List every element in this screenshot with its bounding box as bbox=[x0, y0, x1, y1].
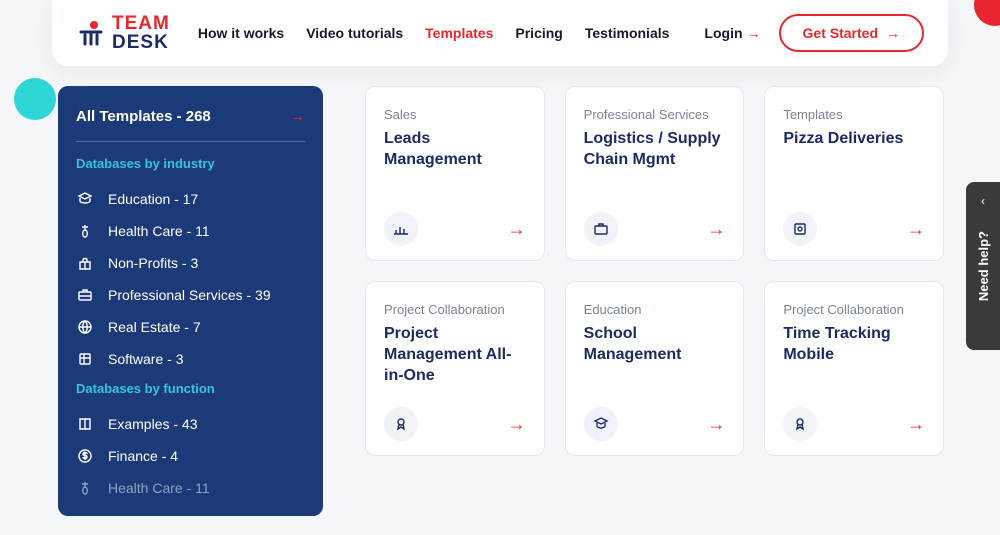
card-title: School Management bbox=[584, 324, 726, 366]
arrow-right-icon: → bbox=[707, 219, 725, 240]
card-title: Logistics / Supply Chain Mgmt bbox=[584, 129, 726, 171]
template-card[interactable]: Templates Pizza Deliveries → bbox=[764, 86, 944, 261]
sidebar-item-nonprofit[interactable]: Non-Profits - 3 bbox=[76, 247, 305, 279]
get-started-label: Get Started bbox=[803, 25, 878, 41]
chevron-left-icon: ‹ bbox=[981, 194, 985, 208]
cert-icon bbox=[384, 407, 418, 441]
sidebar-industry-list: Education - 17 Health Care - 11 Non-Prof… bbox=[76, 183, 305, 375]
sidebar-item-education[interactable]: Education - 17 bbox=[76, 183, 305, 215]
sidebar-section-function-title: Databases by function bbox=[76, 381, 305, 396]
arrow-right-icon: → bbox=[886, 25, 900, 41]
health-icon bbox=[76, 222, 94, 240]
sidebar-function-list: Examples - 43 Finance - 4 Health Care - … bbox=[76, 408, 305, 504]
logo-line1: TEAM bbox=[112, 14, 170, 33]
template-grid: Sales Leads Management → Professional Se… bbox=[365, 86, 944, 456]
nav-testimonials[interactable]: Testimonials bbox=[585, 25, 670, 41]
card-category: Professional Services bbox=[584, 107, 726, 123]
help-label: Need help? bbox=[976, 231, 991, 301]
template-card[interactable]: Project Collaboration Time Tracking Mobi… bbox=[764, 281, 944, 456]
sidebar-item-professional-services[interactable]: Professional Services - 39 bbox=[76, 279, 305, 311]
header: TEAM DESK How it works Video tutorials T… bbox=[52, 0, 948, 66]
arrow-right-icon: → bbox=[290, 108, 305, 125]
sidebar-item-label: Professional Services - 39 bbox=[108, 287, 271, 303]
cube-icon bbox=[76, 350, 94, 368]
sidebar-item-health[interactable]: Health Care - 11 bbox=[76, 215, 305, 247]
nav-video-tutorials[interactable]: Video tutorials bbox=[306, 25, 403, 41]
cert-icon bbox=[783, 407, 817, 441]
bar-chart-icon bbox=[384, 212, 418, 246]
arrow-right-icon: → bbox=[707, 414, 725, 435]
template-card[interactable]: Education School Management → bbox=[565, 281, 745, 456]
card-title: Pizza Deliveries bbox=[783, 129, 925, 150]
arrow-right-icon: → bbox=[508, 414, 526, 435]
arrow-right-icon: → bbox=[907, 219, 925, 240]
nav-pricing[interactable]: Pricing bbox=[515, 25, 562, 41]
decor-circle-cyan bbox=[14, 78, 56, 120]
nav-templates[interactable]: Templates bbox=[425, 25, 493, 41]
briefcase-icon bbox=[76, 286, 94, 304]
nav: How it works Video tutorials Templates P… bbox=[198, 25, 670, 41]
arrow-right-icon: → bbox=[907, 414, 925, 435]
nonprofit-icon bbox=[76, 254, 94, 272]
template-card[interactable]: Project Collaboration Project Management… bbox=[365, 281, 545, 456]
sidebar: All Templates - 268 → Databases by indus… bbox=[58, 86, 323, 516]
sidebar-item-label: Software - 3 bbox=[108, 351, 183, 367]
education-icon bbox=[584, 407, 618, 441]
sidebar-item-label: Real Estate - 7 bbox=[108, 319, 201, 335]
template-card[interactable]: Sales Leads Management → bbox=[365, 86, 545, 261]
card-title: Leads Management bbox=[384, 129, 526, 171]
template-card[interactable]: Professional Services Logistics / Supply… bbox=[565, 86, 745, 261]
sidebar-all-label: All Templates - 268 bbox=[76, 108, 211, 125]
book-icon bbox=[76, 415, 94, 433]
card-category: Sales bbox=[384, 107, 526, 123]
login-link[interactable]: Login → bbox=[704, 25, 760, 41]
sidebar-item-software[interactable]: Software - 3 bbox=[76, 343, 305, 375]
arrow-right-icon: → bbox=[508, 219, 526, 240]
sidebar-section-industry-title: Databases by industry bbox=[76, 156, 305, 171]
help-tab[interactable]: ‹ Need help? bbox=[966, 182, 1000, 350]
decor-circle-red bbox=[974, 0, 1000, 26]
sidebar-item-real-estate[interactable]: Real Estate - 7 bbox=[76, 311, 305, 343]
sidebar-item-health-2[interactable]: Health Care - 11 bbox=[76, 472, 305, 504]
logo[interactable]: TEAM DESK bbox=[76, 14, 170, 52]
card-category: Templates bbox=[783, 107, 925, 123]
sidebar-item-label: Non-Profits - 3 bbox=[108, 255, 198, 271]
education-icon bbox=[76, 190, 94, 208]
sidebar-all-templates[interactable]: All Templates - 268 → bbox=[76, 108, 305, 141]
sidebar-item-examples[interactable]: Examples - 43 bbox=[76, 408, 305, 440]
card-category: Education bbox=[584, 302, 726, 318]
health-icon bbox=[76, 479, 94, 497]
dollar-icon bbox=[76, 447, 94, 465]
sidebar-item-label: Health Care - 11 bbox=[108, 480, 210, 496]
package-icon bbox=[783, 212, 817, 246]
card-category: Project Collaboration bbox=[384, 302, 526, 318]
get-started-button[interactable]: Get Started → bbox=[779, 14, 924, 52]
sidebar-item-label: Education - 17 bbox=[108, 191, 198, 207]
card-title: Project Management All-in-One bbox=[384, 324, 526, 386]
sidebar-item-label: Finance - 4 bbox=[108, 448, 178, 464]
sidebar-item-label: Examples - 43 bbox=[108, 416, 197, 432]
divider bbox=[76, 141, 305, 142]
card-title: Time Tracking Mobile bbox=[783, 324, 925, 366]
login-label: Login bbox=[704, 25, 742, 41]
sidebar-item-finance[interactable]: Finance - 4 bbox=[76, 440, 305, 472]
logo-text: TEAM DESK bbox=[112, 14, 170, 52]
globe-icon bbox=[76, 318, 94, 336]
logo-mark-icon bbox=[76, 18, 106, 48]
sidebar-item-label: Health Care - 11 bbox=[108, 223, 210, 239]
briefcase-icon bbox=[584, 212, 618, 246]
arrow-right-icon: → bbox=[747, 25, 761, 41]
logo-line2: DESK bbox=[112, 33, 170, 52]
card-category: Project Collaboration bbox=[783, 302, 925, 318]
nav-how-it-works[interactable]: How it works bbox=[198, 25, 284, 41]
